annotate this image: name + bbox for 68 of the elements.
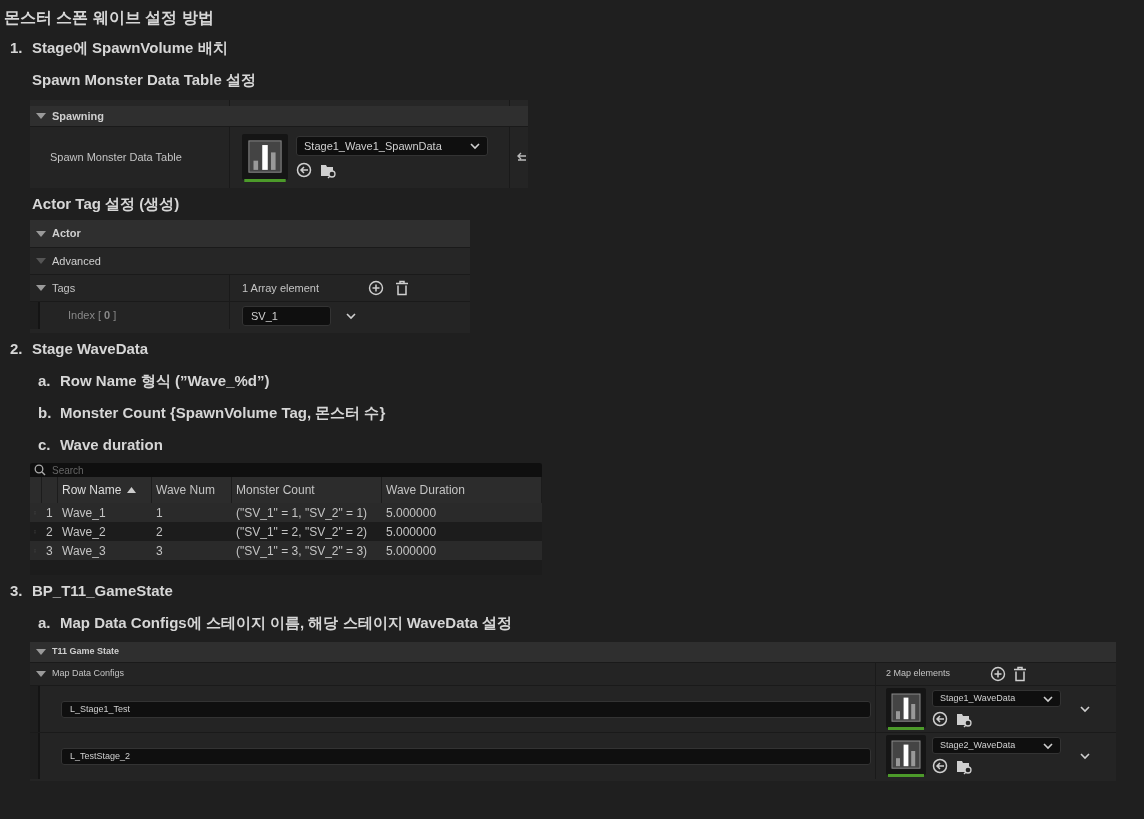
chevron-icon[interactable] — [1079, 703, 1091, 715]
expand-arrow-icon[interactable] — [36, 669, 46, 679]
add-icon[interactable] — [990, 666, 1006, 682]
row-number: 2 — [45, 523, 54, 541]
folder-search-icon[interactable] — [320, 162, 336, 179]
table-cell-text: Wave_1 — [61, 504, 107, 522]
expand-arrow-icon[interactable] — [36, 283, 46, 293]
property-label: Tags — [52, 280, 76, 296]
sort-arrow-icon — [127, 487, 137, 493]
list-marker: 1. — [9, 37, 24, 58]
section-heading: Actor Tag 설정 (생성) — [32, 194, 181, 214]
trash-icon[interactable] — [1012, 666, 1028, 682]
asset-dropdown[interactable]: Stage1_Wave1_SpawnData — [296, 136, 488, 156]
trash-icon[interactable] — [394, 280, 410, 296]
chevron-icon[interactable] — [1079, 750, 1091, 762]
table-cell-text: Wave_2 — [61, 523, 107, 541]
step-heading: BP_T11_GameState — [32, 580, 173, 601]
list-marker: 2. — [9, 338, 24, 359]
add-icon[interactable] — [368, 280, 384, 296]
property-label: Map Data Configs — [52, 667, 125, 681]
category-header[interactable]: Actor — [30, 220, 470, 247]
category-header[interactable]: Spawning — [30, 106, 528, 126]
bar-chart-thumbnail[interactable] — [886, 735, 926, 777]
search-icon — [34, 464, 46, 476]
table-cell-text: ("SV_1" = 3, "SV_2" = 3) — [235, 542, 369, 560]
chevron-icon — [469, 140, 481, 152]
list-item-text: Map Data Configs에 스테이지 이름, 해당 스테이지 WaveData 설정 — [60, 612, 512, 633]
section-heading: Spawn Monster Data Table 설정 — [32, 70, 257, 90]
step-heading: Stage에 SpawnVolume 배치 — [32, 37, 228, 58]
bar-chart-thumbnail[interactable] — [886, 688, 926, 730]
tag-field[interactable]: SV_1 — [242, 305, 331, 326]
asset-dropdown[interactable]: Stage2_WaveData — [932, 737, 1061, 754]
table-cell-text: ("SV_1" = 1, "SV_2" = 1) — [235, 504, 369, 522]
array-count: 1 Array element — [242, 280, 321, 296]
list-item-text: Wave duration — [60, 434, 163, 455]
expand-arrow-icon[interactable] — [36, 647, 46, 657]
reset-arrow-icon[interactable] — [516, 151, 526, 164]
step-heading: Stage WaveData — [32, 338, 149, 359]
row-number: 1 — [45, 504, 54, 522]
map-key-field[interactable]: L_Stage1_Test — [61, 700, 871, 718]
expand-arrow-icon[interactable] — [36, 111, 46, 121]
list-item-text: Row Name 형식 (”Wave_%d”) — [60, 370, 270, 391]
table-cell-text: Wave_3 — [61, 542, 107, 560]
category-header[interactable]: T11 Game State — [30, 642, 1116, 662]
list-marker: b. — [38, 402, 53, 423]
asset-dropdown[interactable]: Stage1_WaveData — [932, 690, 1061, 707]
map-count: 2 Map elements — [886, 667, 952, 681]
table-cell-text: ("SV_1" = 2, "SV_2" = 2) — [235, 523, 369, 541]
list-item-text: Monster Count {SpawnVolume Tag, 몬스터 수} — [60, 402, 386, 423]
map-key-field[interactable]: L_TestStage_2 — [61, 747, 871, 765]
list-marker: c. — [38, 434, 52, 455]
table-cell-text: 5.000000 — [385, 523, 438, 541]
index-label: Index [ 0 ] — [68, 308, 117, 324]
folder-search-icon[interactable] — [956, 758, 972, 775]
list-marker: a. — [38, 370, 52, 391]
table-cell-text: 1 — [155, 504, 164, 522]
page-title: 몬스터 스폰 웨이브 설정 방법 — [4, 8, 215, 28]
table-cell-text: 5.000000 — [385, 504, 438, 522]
row-number: 3 — [45, 542, 54, 560]
table-cell-text: 3 — [155, 542, 164, 560]
list-marker: 3. — [9, 580, 24, 601]
expand-arrow-icon[interactable] — [36, 228, 46, 239]
folder-search-icon[interactable] — [956, 711, 972, 728]
list-marker: a. — [38, 612, 52, 633]
table-cell-text: 2 — [155, 523, 164, 541]
property-label: Spawn Monster Data Table — [50, 150, 182, 166]
bar-chart-thumbnail[interactable] — [242, 133, 288, 182]
table-cell-text: 5.000000 — [385, 542, 438, 560]
